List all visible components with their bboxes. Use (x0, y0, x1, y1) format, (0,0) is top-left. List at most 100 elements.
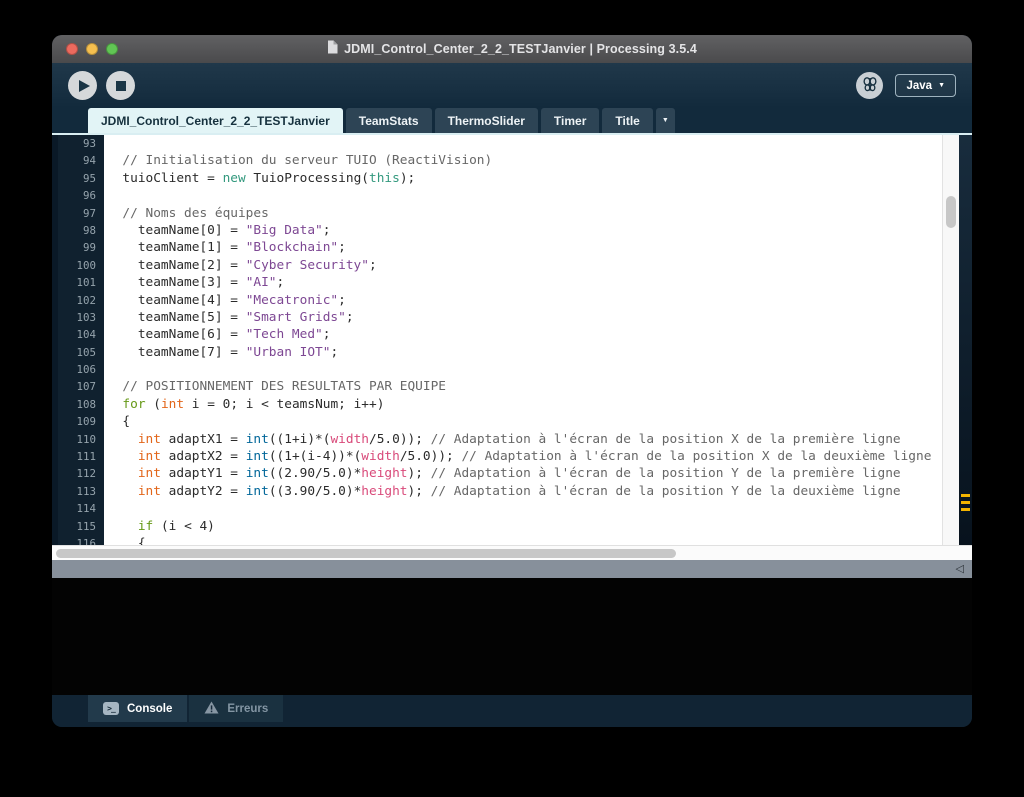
editor-right-strip (959, 135, 972, 545)
code-line[interactable]: 106 (58, 361, 942, 378)
code-text: teamName[1] = "Blockchain"; (104, 239, 942, 256)
tab-timer[interactable]: Timer (541, 108, 599, 133)
code-text: int adaptX2 = int((1+(i-4))*(width/5.0))… (104, 448, 942, 465)
horizontal-scrollbar[interactable] (52, 545, 972, 560)
line-number: 108 (58, 396, 104, 413)
line-number: 110 (58, 431, 104, 448)
zoom-window-button[interactable] (106, 43, 118, 55)
code-text: teamName[3] = "AI"; (104, 274, 942, 291)
chevron-down-icon: ▼ (938, 82, 945, 89)
code-text: int adaptY1 = int((2.90/5.0)*height); //… (104, 465, 942, 482)
code-line[interactable]: 103 teamName[5] = "Smart Grids"; (58, 309, 942, 326)
code-line[interactable]: 102 teamName[4] = "Mecatronic"; (58, 292, 942, 309)
code-text: int adaptX1 = int((1+i)*(width/5.0)); //… (104, 431, 942, 448)
warning-marker[interactable] (961, 501, 970, 504)
code-text (104, 187, 942, 204)
line-number: 98 (58, 222, 104, 239)
document-icon (327, 40, 338, 59)
code-line[interactable]: 111 int adaptX2 = int((1+(i-4))*(width/5… (58, 448, 942, 465)
code-line[interactable]: 99 teamName[1] = "Blockchain"; (58, 239, 942, 256)
code-text: teamName[0] = "Big Data"; (104, 222, 942, 239)
line-number: 96 (58, 187, 104, 204)
code-text: tuioClient = new TuioProcessing(this); (104, 170, 942, 187)
editor-area: 9394 // Initialisation du serveur TUIO (… (52, 135, 972, 545)
code-text: // Noms des équipes (104, 205, 942, 222)
code-line[interactable]: 94 // Initialisation du serveur TUIO (Re… (58, 152, 942, 169)
console-output (52, 578, 972, 695)
line-number: 105 (58, 344, 104, 361)
stop-button[interactable] (106, 71, 135, 100)
code-line[interactable]: 115 if (i < 4) (58, 518, 942, 535)
tab-thermoslider[interactable]: ThermoSlider (435, 108, 538, 133)
vertical-scrollbar[interactable] (942, 135, 959, 545)
toolbar: Java ▼ (52, 63, 972, 108)
warning-marker[interactable] (961, 494, 970, 497)
code-text (104, 135, 942, 152)
line-number: 101 (58, 274, 104, 291)
code-line[interactable]: 112 int adaptY1 = int((2.90/5.0)*height)… (58, 465, 942, 482)
line-number: 113 (58, 483, 104, 500)
collapse-console-button[interactable]: ◁ (956, 560, 964, 578)
code-editor[interactable]: 9394 // Initialisation du serveur TUIO (… (58, 135, 942, 545)
code-line[interactable]: 100 teamName[2] = "Cyber Security"; (58, 257, 942, 274)
code-line[interactable]: 110 int adaptX1 = int((1+i)*(width/5.0))… (58, 431, 942, 448)
debug-button[interactable] (856, 72, 883, 99)
line-number: 102 (58, 292, 104, 309)
code-line[interactable]: 107 // POSITIONNEMENT DES RESULTATS PAR … (58, 378, 942, 395)
code-line[interactable]: 96 (58, 187, 942, 204)
stop-icon (116, 81, 126, 91)
window-title: JDMI_Control_Center_2_2_TESTJanvier | Pr… (344, 42, 697, 56)
tab-title[interactable]: Title (602, 108, 652, 133)
code-text: // Initialisation du serveur TUIO (React… (104, 152, 942, 169)
code-text: { (104, 535, 942, 545)
code-text: teamName[4] = "Mecatronic"; (104, 292, 942, 309)
tab-teamstats[interactable]: TeamStats (346, 108, 432, 133)
minimize-window-button[interactable] (86, 43, 98, 55)
line-number: 95 (58, 170, 104, 187)
code-line[interactable]: 108 for (int i = 0; i < teamsNum; i++) (58, 396, 942, 413)
code-text: if (i < 4) (104, 518, 942, 535)
code-line[interactable]: 101 teamName[3] = "AI"; (58, 274, 942, 291)
vertical-scrollbar-thumb[interactable] (946, 196, 956, 228)
line-number: 104 (58, 326, 104, 343)
line-number: 112 (58, 465, 104, 482)
code-line[interactable]: 95 tuioClient = new TuioProcessing(this)… (58, 170, 942, 187)
line-number: 100 (58, 257, 104, 274)
code-text: teamName[5] = "Smart Grids"; (104, 309, 942, 326)
code-line[interactable]: 104 teamName[6] = "Tech Med"; (58, 326, 942, 343)
line-number: 94 (58, 152, 104, 169)
line-number: 115 (58, 518, 104, 535)
code-line[interactable]: 116 { (58, 535, 942, 545)
mode-selector-button[interactable]: Java ▼ (895, 74, 956, 97)
footer-tabbar: >_ Console Erreurs (52, 695, 972, 727)
line-number: 114 (58, 500, 104, 517)
tab-main-sketch[interactable]: JDMI_Control_Center_2_2_TESTJanvier (88, 108, 343, 133)
line-number: 97 (58, 205, 104, 222)
code-line[interactable]: 105 teamName[7] = "Urban IOT"; (58, 344, 942, 361)
sketch-tabbar: JDMI_Control_Center_2_2_TESTJanvier Team… (52, 108, 972, 135)
code-text: // POSITIONNEMENT DES RESULTATS PAR EQUI… (104, 378, 942, 395)
horizontal-scrollbar-thumb[interactable] (56, 549, 676, 558)
errors-tab[interactable]: Erreurs (189, 695, 283, 722)
line-number: 109 (58, 413, 104, 430)
window-titlebar[interactable]: JDMI_Control_Center_2_2_TESTJanvier | Pr… (52, 35, 972, 63)
code-line[interactable]: 114 (58, 500, 942, 517)
code-line[interactable]: 97 // Noms des équipes (58, 205, 942, 222)
line-number: 103 (58, 309, 104, 326)
code-line[interactable]: 109 { (58, 413, 942, 430)
code-line[interactable]: 98 teamName[0] = "Big Data"; (58, 222, 942, 239)
butterfly-icon (861, 75, 879, 96)
warning-marker[interactable] (961, 508, 970, 511)
run-button[interactable] (68, 71, 97, 100)
console-tab[interactable]: >_ Console (88, 695, 187, 722)
console-splitter[interactable]: ◁ (52, 560, 972, 578)
code-text: int adaptY2 = int((3.90/5.0)*height); //… (104, 483, 942, 500)
code-text: { (104, 413, 942, 430)
code-text: teamName[2] = "Cyber Security"; (104, 257, 942, 274)
code-line[interactable]: 113 int adaptY2 = int((3.90/5.0)*height)… (58, 483, 942, 500)
code-line[interactable]: 93 (58, 135, 942, 152)
close-window-button[interactable] (66, 43, 78, 55)
line-number: 93 (58, 135, 104, 152)
tab-menu-button[interactable]: ▼ (656, 108, 675, 133)
code-text (104, 500, 942, 517)
